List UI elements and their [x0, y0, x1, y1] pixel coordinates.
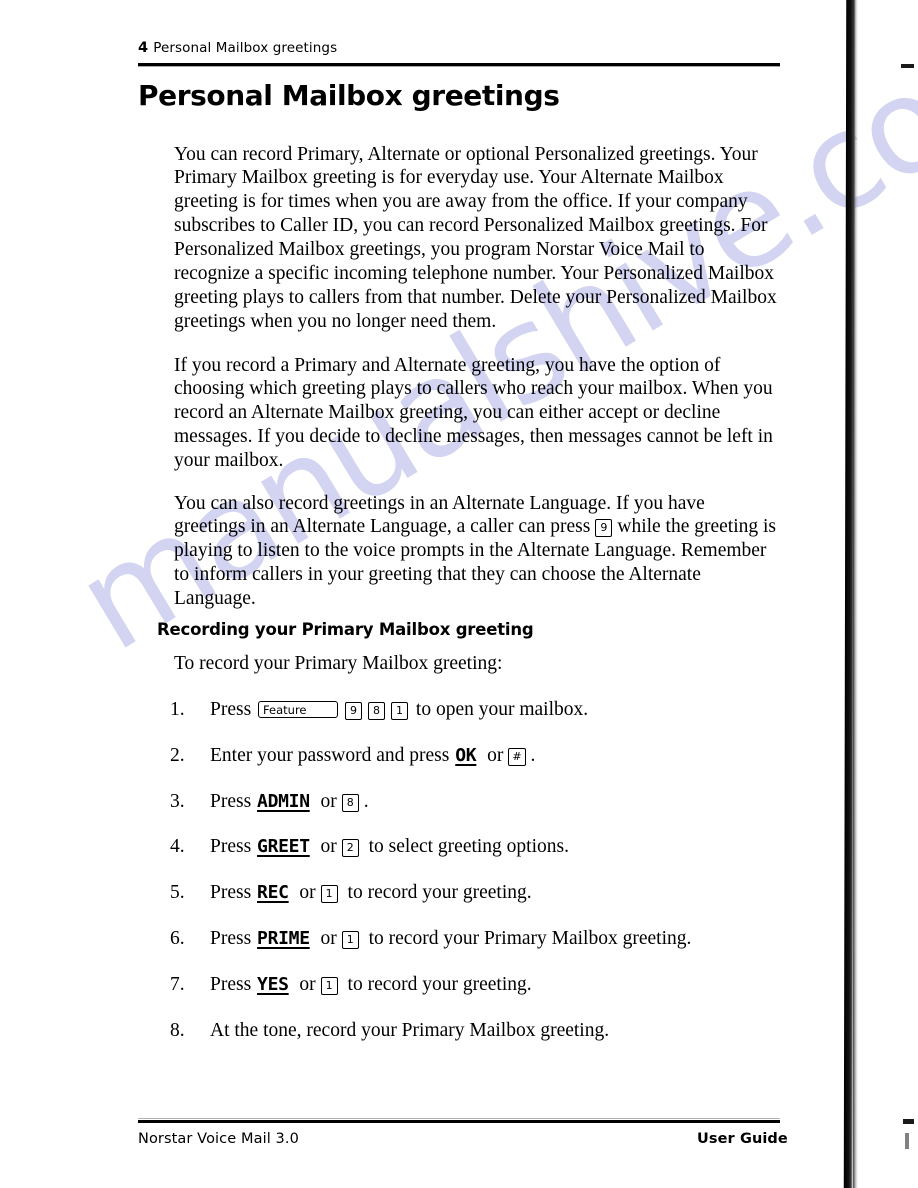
- step-text: Press GREET or 2 to select greeting optio…: [210, 836, 790, 858]
- list-item: 5. Press REC or 1 to record your greeting…: [170, 882, 790, 928]
- step-post-text: .: [530, 744, 536, 766]
- scan-artifact-mark: [901, 64, 914, 68]
- key-9-icon: 9: [345, 702, 363, 720]
- list-item: 1. Press Feature 9 8 1 to open your mailbox…: [170, 699, 790, 745]
- step-conjunction: or: [320, 836, 337, 858]
- display-label-rec: REC: [257, 882, 289, 904]
- page-folio-number: 4: [138, 40, 149, 56]
- list-item: 8. At the tone, record your Primary Mail…: [170, 1020, 790, 1066]
- step-text: At the tone, record your Primary Mailbox…: [210, 1020, 790, 1042]
- step-text: Press ADMIN or 8.: [210, 791, 790, 813]
- step-post-text: to select greeting options.: [368, 836, 569, 858]
- key-8-icon: 8: [368, 702, 386, 720]
- key-2-icon: 2: [341, 839, 359, 858]
- step-post-text: .: [363, 790, 369, 812]
- step-text: Press REC or 1 to record your greeting.: [210, 882, 790, 904]
- scan-artifact-mark: [905, 1133, 909, 1149]
- display-label-prime: PRIME: [257, 927, 310, 949]
- step-text: Press Feature 9 8 1 to open your mailbox.: [210, 699, 790, 721]
- step-pre-text: Press: [210, 699, 252, 720]
- step-number: 7.: [170, 973, 185, 995]
- step-pre-text: Press: [210, 836, 252, 858]
- feature-button-icon: Feature: [258, 701, 339, 718]
- key-1-icon: 1: [341, 930, 359, 949]
- step-number: 4.: [170, 836, 185, 858]
- display-label-greet: GREET: [257, 836, 310, 858]
- step-number: 3.: [170, 790, 185, 812]
- step-post-text: to record your greeting.: [347, 882, 532, 904]
- list-item: 2. Enter your password and press OK or #.: [170, 745, 790, 791]
- step-conjunction: or: [320, 927, 337, 949]
- step-conjunction: or: [299, 973, 316, 995]
- subsection-heading: Recording your Primary Mailbox greeting: [157, 620, 534, 639]
- step-conjunction: or: [299, 882, 316, 904]
- step-pre-text: Press: [210, 973, 252, 995]
- list-item: 7. Press YES or 1 to record your greeting…: [170, 974, 790, 1020]
- step-number: 5.: [170, 882, 185, 904]
- key-1-icon: 1: [320, 885, 338, 904]
- page-title: Personal Mailbox greetings: [138, 79, 560, 112]
- footer-product-name: Norstar Voice Mail 3.0: [138, 1131, 299, 1147]
- step-pre-text: Press: [210, 927, 252, 949]
- numbered-steps-list: 1. Press Feature 9 8 1 to open your mailbox…: [170, 699, 790, 1065]
- key-1-icon: 1: [391, 702, 409, 720]
- step-number: 1.: [170, 699, 185, 720]
- step-pre-text: Press: [210, 790, 252, 812]
- step-conjunction: or: [487, 744, 504, 766]
- step-pre-text: At the tone, record your Primary Mailbox…: [210, 1019, 610, 1041]
- scanned-page: manualshive.com 4 Personal Mailbox greeti…: [0, 0, 918, 1188]
- list-item: 3. Press ADMIN or 8.: [170, 791, 790, 837]
- list-item: 4. Press GREET or 2 to select greeting op…: [170, 836, 790, 882]
- step-conjunction: or: [320, 790, 337, 812]
- step-post-text: to record your Primary Mailbox greeting.: [368, 927, 692, 949]
- running-head: 4 Personal Mailbox greetings: [138, 40, 337, 56]
- scan-binding-gradient: [853, 0, 858, 1188]
- step-pre-text: Enter your password and press: [210, 744, 450, 766]
- header-rule: [138, 63, 780, 67]
- display-label-yes: YES: [257, 973, 289, 995]
- key-9-icon: 9: [595, 519, 613, 538]
- body-paragraph-3: You can also record greetings in an Alte…: [174, 492, 780, 612]
- display-label-ok: OK: [455, 744, 477, 766]
- step-number: 2.: [170, 744, 185, 766]
- key-1-icon: 1: [320, 976, 338, 995]
- footer-document-type: User Guide: [697, 1131, 788, 1147]
- running-head-section: Personal Mailbox greetings: [153, 40, 338, 56]
- step-number: 8.: [170, 1019, 185, 1041]
- step-post-text: to open your mailbox.: [415, 699, 589, 720]
- footer-rule: [138, 1118, 780, 1123]
- step-post-text: to record your greeting.: [347, 973, 532, 995]
- step-number: 6.: [170, 927, 185, 949]
- subsection-lead-in: To record your Primary Mailbox greeting:: [174, 653, 503, 674]
- list-item: 6. Press PRIME or 1 to record your Primar…: [170, 928, 790, 974]
- scan-artifact-mark: [903, 1119, 914, 1124]
- step-text: Press PRIME or 1 to record your Primary M…: [210, 928, 790, 950]
- step-text: Enter your password and press OK or #.: [210, 745, 790, 767]
- key-hash-icon: #: [508, 747, 526, 766]
- body-paragraph-1: You can record Primary, Alternate or opt…: [174, 143, 777, 332]
- key-8-icon: 8: [341, 793, 359, 812]
- step-pre-text: Press: [210, 882, 252, 904]
- step-text: Press YES or 1 to record your greeting.: [210, 974, 790, 996]
- body-paragraph-2: If you record a Primary and Alternate gr…: [174, 354, 773, 472]
- display-label-admin: ADMIN: [257, 790, 310, 812]
